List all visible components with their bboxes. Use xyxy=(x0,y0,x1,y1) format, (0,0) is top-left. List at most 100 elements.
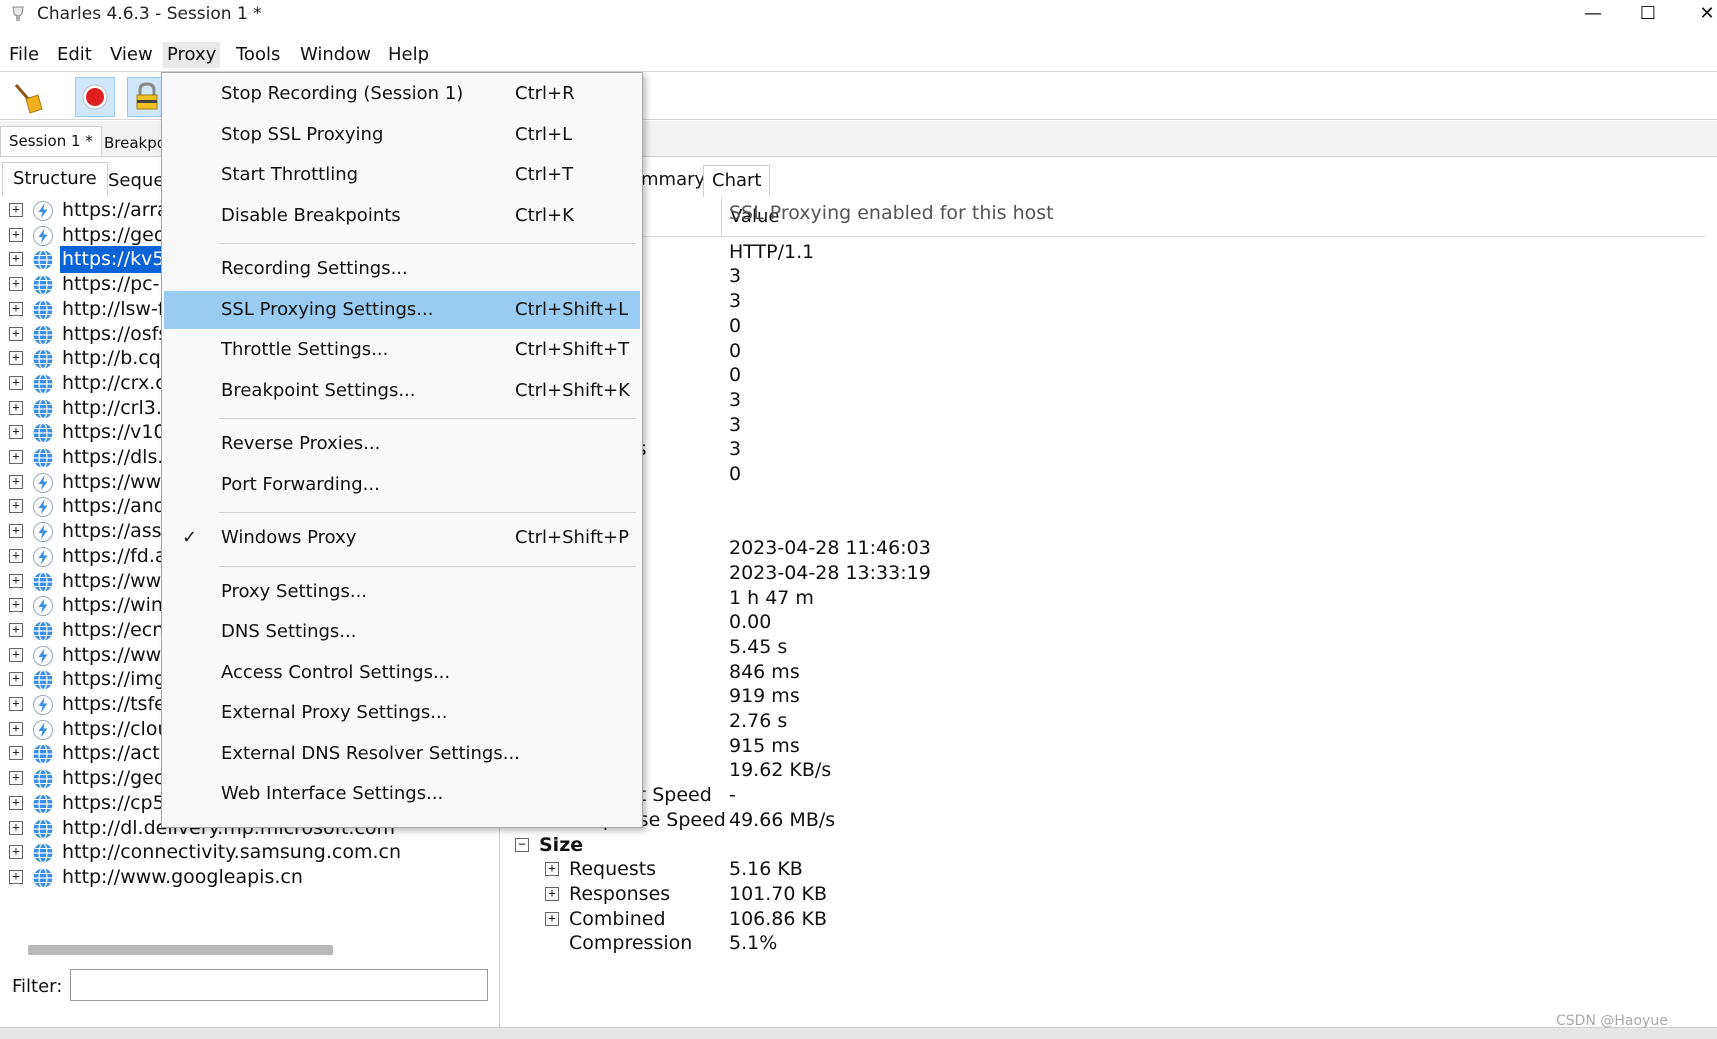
tab-structure[interactable]: Structure xyxy=(2,162,108,196)
expand-icon[interactable]: + xyxy=(9,227,23,242)
property-value: 2023-04-28 11:46:03 xyxy=(729,537,931,560)
expand-icon[interactable]: + xyxy=(9,326,23,341)
expand-icon[interactable]: + xyxy=(9,672,23,687)
property-row: 2023-04-28 13:33:19 xyxy=(505,560,1705,587)
expand-icon[interactable]: + xyxy=(9,474,23,489)
host-label: https://acti xyxy=(62,742,165,765)
expand-icon[interactable]: + xyxy=(9,771,23,786)
menu-item-external-proxy-settings[interactable]: External Proxy Settings... xyxy=(164,694,640,732)
expand-icon[interactable]: + xyxy=(9,697,23,711)
menu-item-stop-ssl-proxying[interactable]: Stop SSL Proxying Ctrl+L xyxy=(164,116,640,154)
filter-input[interactable] xyxy=(70,969,488,1001)
menu-item-stop-recording-session-1[interactable]: Stop Recording (Session 1) Ctrl+R xyxy=(164,75,640,113)
expand-icon[interactable]: + xyxy=(9,622,23,637)
expand-icon[interactable]: + xyxy=(9,499,23,514)
property-row: 846 ms xyxy=(505,659,1705,686)
expand-icon[interactable]: + xyxy=(545,862,559,877)
menu-item-shortcut: Ctrl+K xyxy=(515,204,574,226)
property-row: dshake2.76 s xyxy=(505,708,1705,735)
menu-help[interactable]: Help xyxy=(388,42,429,68)
property-value: 3 xyxy=(729,388,742,411)
host-label: https://osfs xyxy=(62,322,169,345)
tab-session-1[interactable]: Session 1 * xyxy=(0,126,102,156)
menu-item-label: Access Control Settings... xyxy=(221,661,451,683)
property-row xyxy=(505,510,1705,537)
close-button[interactable]: ✕ xyxy=(1684,0,1717,30)
host-label: https://geo xyxy=(62,223,166,246)
menu-view[interactable]: View xyxy=(110,42,153,68)
menu-item-throttle-settings[interactable]: Throttle Settings... Ctrl+Shift+T xyxy=(164,331,640,369)
property-row[interactable]: + Combined 106.86 KB xyxy=(505,906,1705,933)
expand-icon[interactable]: + xyxy=(9,524,23,539)
host-tree-row[interactable]: + http://www.googleapis.cn xyxy=(0,864,475,891)
menu-item-ssl-proxying-settings[interactable]: SSL Proxying Settings... Ctrl+Shift+L xyxy=(164,290,640,329)
menu-item-breakpoint-settings[interactable]: Breakpoint Settings... Ctrl+Shift+K xyxy=(164,372,640,410)
expand-icon[interactable]: + xyxy=(9,573,23,588)
minimize-button[interactable]: — xyxy=(1570,0,1616,30)
menu-window[interactable]: Window xyxy=(300,42,371,68)
menu-item-external-dns-resolver-settings[interactable]: External DNS Resolver Settings... xyxy=(164,735,640,773)
property-row: ed3 xyxy=(505,288,1705,315)
property-row[interactable]: + Requests 5.16 KB xyxy=(505,856,1705,883)
menu-item-label: Breakpoint Settings... xyxy=(221,379,416,401)
menu-file[interactable]: File xyxy=(9,42,39,68)
expand-icon[interactable]: + xyxy=(9,795,23,810)
expand-icon[interactable]: + xyxy=(9,746,23,761)
expand-icon[interactable]: + xyxy=(9,252,23,267)
menu-proxy[interactable]: Proxy xyxy=(163,42,221,68)
expand-icon[interactable]: + xyxy=(9,820,23,835)
expand-icon[interactable]: + xyxy=(9,375,23,390)
expand-icon[interactable]: + xyxy=(9,548,23,563)
expand-icon[interactable]: + xyxy=(9,425,23,440)
property-row[interactable]: +Response Speed49.66 MB/s xyxy=(505,807,1705,834)
expand-icon[interactable]: + xyxy=(9,869,23,884)
property-row[interactable]: + Responses 101.70 KB xyxy=(505,881,1705,908)
expand-icon[interactable]: + xyxy=(9,301,23,316)
expand-icon[interactable]: + xyxy=(9,450,23,464)
expand-icon[interactable]: + xyxy=(9,203,23,217)
menu-item-proxy-settings[interactable]: Proxy Settings... xyxy=(164,573,640,611)
collapse-icon[interactable]: − xyxy=(515,837,529,852)
expand-icon[interactable]: + xyxy=(9,598,23,613)
record-button[interactable] xyxy=(75,77,115,117)
title-bar: Charles 4.6.3 - Session 1 * — ☐ ✕ xyxy=(0,0,1717,30)
expand-icon[interactable]: + xyxy=(9,400,23,415)
property-value: 2.76 s xyxy=(729,710,788,732)
menu-item-start-throttling[interactable]: Start Throttling Ctrl+T xyxy=(164,156,640,194)
menu-edit[interactable]: Edit xyxy=(57,42,92,68)
lightning-icon xyxy=(33,201,53,221)
globe-icon xyxy=(33,423,53,444)
menu-item-recording-settings[interactable]: Recording Settings... xyxy=(164,250,640,288)
maximize-button[interactable]: ☐ xyxy=(1625,0,1671,30)
menu-item-access-control-settings[interactable]: Access Control Settings... xyxy=(164,654,640,692)
clear-session-button[interactable] xyxy=(8,77,48,117)
menu-item-reverse-proxies[interactable]: Reverse Proxies... xyxy=(164,425,640,463)
globe-icon xyxy=(33,324,53,345)
menu-item-windows-proxy[interactable]: ✓ Windows Proxy Ctrl+Shift+P xyxy=(164,519,640,557)
expand-icon[interactable]: + xyxy=(9,277,23,292)
menu-item-label: Stop Recording (Session 1) xyxy=(221,83,464,104)
expand-icon[interactable]: + xyxy=(545,886,559,901)
menu-item-shortcut: Ctrl+Shift+P xyxy=(515,527,629,548)
menu-item-web-interface-settings[interactable]: Web Interface Settings... xyxy=(164,775,640,813)
expand-icon[interactable]: + xyxy=(545,911,559,926)
menu-tools[interactable]: Tools xyxy=(236,42,280,68)
host-label: https://win xyxy=(62,594,163,617)
menu-item-dns-settings[interactable]: DNS Settings... xyxy=(164,613,640,651)
expand-icon[interactable]: + xyxy=(9,647,23,662)
expand-icon[interactable]: + xyxy=(9,845,23,860)
host-tree-row[interactable]: + http://connectivity.samsung.com.cn xyxy=(0,839,475,866)
menu-item-port-forwarding[interactable]: Port Forwarding... xyxy=(164,466,640,504)
watermark: CSDN @Haoyue xyxy=(1556,1013,1668,1029)
property-row[interactable]: +Request Speed- xyxy=(505,782,1705,809)
menu-item-disable-breakpoints[interactable]: Disable Breakpoints Ctrl+K xyxy=(164,197,640,235)
expand-icon[interactable]: + xyxy=(9,351,23,366)
lightning-icon xyxy=(33,546,53,567)
menu-item-label: Proxy Settings... xyxy=(221,580,368,602)
property-group-row[interactable]: − Size xyxy=(505,832,1705,859)
property-value: 915 ms xyxy=(729,734,800,757)
menu-item-shortcut: Ctrl+Shift+K xyxy=(515,379,630,401)
expand-icon[interactable]: + xyxy=(9,721,23,736)
horizontal-scrollbar[interactable] xyxy=(28,945,333,955)
host-label: https://ww xyxy=(62,643,162,666)
